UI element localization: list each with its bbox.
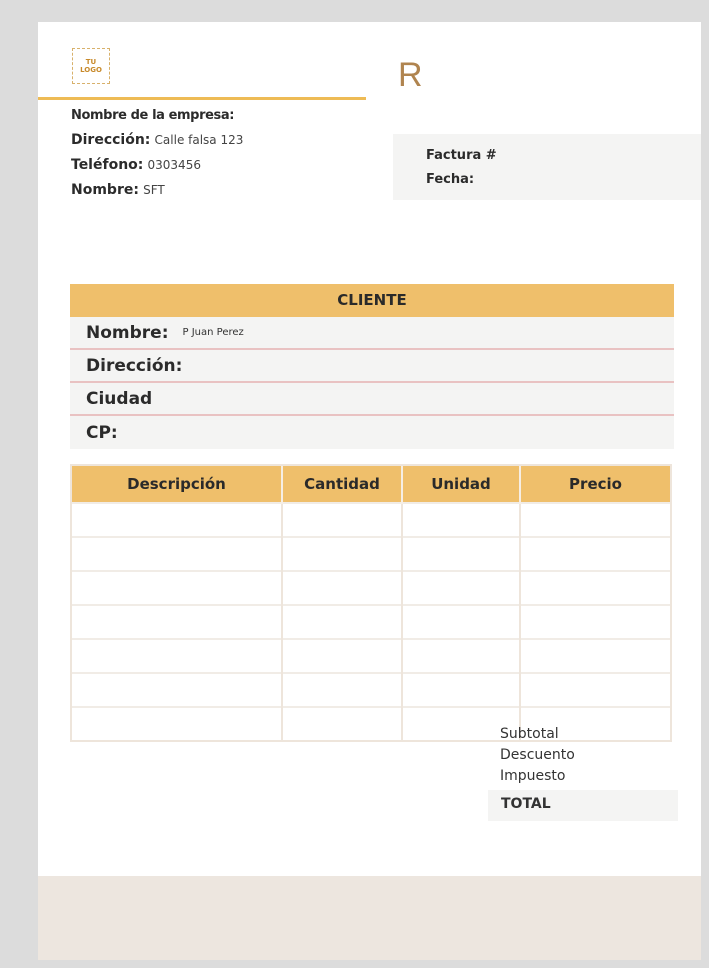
table-cell[interactable] — [520, 502, 670, 537]
client-name-value: P Juan Perez — [182, 327, 244, 338]
company-address-value: Calle falsa 123 — [154, 133, 244, 147]
client-city-row: Ciudad — [70, 383, 674, 416]
column-header-unit: Unidad — [402, 466, 521, 503]
table-cell[interactable] — [402, 536, 521, 571]
company-contact-label: Nombre: — [71, 182, 139, 198]
table-cell[interactable] — [402, 570, 521, 605]
invoice-meta: Factura # Fecha: — [393, 134, 701, 200]
client-zip-row: CP: — [70, 416, 674, 449]
table-cell[interactable] — [282, 672, 403, 707]
company-phone-value: 0303456 — [147, 158, 201, 172]
table-cell[interactable] — [282, 638, 403, 673]
table-cell[interactable] — [282, 604, 403, 639]
company-info: Nombre de la empresa: Dirección: Calle f… — [71, 107, 243, 206]
table-cell[interactable] — [520, 672, 670, 707]
table-cell[interactable] — [72, 502, 283, 537]
table-row[interactable] — [72, 502, 670, 537]
table-cell[interactable] — [520, 638, 670, 673]
logo-placeholder: TU LOGO — [72, 48, 110, 84]
client-name-label: Nombre: — [86, 322, 169, 343]
table-cell[interactable] — [282, 570, 403, 605]
items-table: Descripción Cantidad Unidad Precio — [70, 464, 672, 742]
header-letter: R — [398, 56, 423, 94]
table-cell[interactable] — [520, 536, 670, 571]
discount-label: Descuento — [500, 747, 575, 763]
column-header-quantity: Cantidad — [282, 466, 403, 503]
invoice-page: TU LOGO R Nombre de la empresa: Direcció… — [38, 22, 701, 960]
table-cell[interactable] — [72, 570, 283, 605]
table-row[interactable] — [72, 536, 670, 571]
client-address-label: Dirección: — [86, 355, 183, 376]
totals-section: Subtotal Descuento Impuesto TOTAL — [488, 724, 678, 821]
header-rule — [38, 97, 366, 100]
table-cell[interactable] — [520, 604, 670, 639]
tax-label: Impuesto — [500, 768, 566, 784]
table-cell[interactable] — [282, 502, 403, 537]
table-cell[interactable] — [72, 638, 283, 673]
table-cell[interactable] — [72, 604, 283, 639]
table-cell[interactable] — [402, 502, 521, 537]
company-contact-value: SFT — [143, 183, 165, 197]
table-cell[interactable] — [402, 604, 521, 639]
column-header-price: Precio — [520, 466, 670, 503]
company-name-label: Nombre de la empresa: — [71, 108, 235, 123]
table-row[interactable] — [72, 604, 670, 639]
invoice-number-label: Factura # — [426, 148, 497, 163]
client-name-row: Nombre: P Juan Perez — [70, 317, 674, 350]
table-cell[interactable] — [72, 536, 283, 571]
client-city-label: Ciudad — [86, 388, 153, 409]
table-cell[interactable] — [402, 672, 521, 707]
logo-line-1: TU — [85, 58, 97, 66]
client-address-row: Dirección: — [70, 350, 674, 383]
subtotal-label: Subtotal — [500, 726, 559, 742]
client-zip-label: CP: — [86, 422, 118, 443]
company-phone-label: Teléfono: — [71, 157, 144, 173]
company-address-label: Dirección: — [71, 132, 151, 148]
total-label: TOTAL — [488, 790, 678, 821]
column-header-description: Descripción — [72, 466, 283, 503]
table-row[interactable] — [72, 638, 670, 673]
table-cell[interactable] — [520, 570, 670, 605]
table-row[interactable] — [72, 672, 670, 707]
client-title: CLIENTE — [70, 284, 674, 317]
table-cell[interactable] — [282, 536, 403, 571]
footer-band — [38, 876, 701, 960]
table-cell[interactable] — [72, 706, 283, 740]
invoice-date-label: Fecha: — [426, 172, 475, 187]
logo-line-2: LOGO — [80, 66, 102, 74]
table-cell[interactable] — [282, 706, 403, 740]
table-cell[interactable] — [402, 638, 521, 673]
items-header-row: Descripción Cantidad Unidad Precio — [72, 466, 670, 503]
table-cell[interactable] — [72, 672, 283, 707]
table-row[interactable] — [72, 570, 670, 605]
client-section: CLIENTE Nombre: P Juan Perez Dirección: … — [70, 284, 674, 449]
